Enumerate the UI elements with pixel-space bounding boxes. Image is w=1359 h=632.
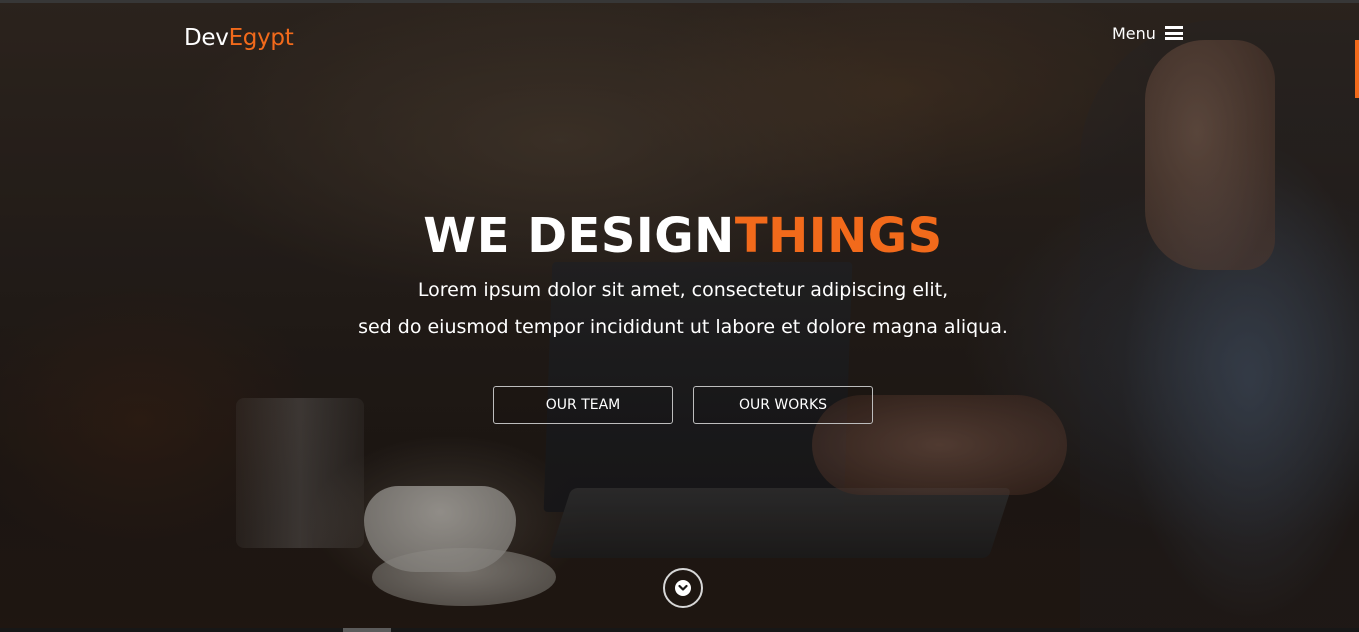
menu-button[interactable]: Menu xyxy=(1112,22,1183,44)
headline-part1: WE DESIGN xyxy=(423,208,735,264)
navbar: DevEgypt Menu xyxy=(0,0,1359,70)
hero-section: DevEgypt Menu WE DESIGNTHINGS Lorem ipsu… xyxy=(0,0,1359,632)
hamburger-icon xyxy=(1164,26,1183,40)
brand-part1: Dev xyxy=(184,25,229,51)
scroll-down-button[interactable] xyxy=(663,568,703,608)
chevron-down-icon xyxy=(675,580,691,596)
hero-subline-1: Lorem ipsum dolor sit amet, consectetur … xyxy=(417,279,949,301)
brand-part2: Egypt xyxy=(228,25,294,51)
our-works-button[interactable]: OUR WORKS xyxy=(693,386,873,424)
hero-subline-2: sed do eiusmod tempor incididunt ut labo… xyxy=(358,316,1008,338)
horizontal-scrollbar[interactable] xyxy=(0,628,1359,632)
hero-headline: WE DESIGNTHINGS xyxy=(0,208,1359,264)
menu-label: Menu xyxy=(1112,23,1156,43)
horizontal-scrollbar-thumb[interactable] xyxy=(343,628,391,632)
scrollbar-thumb[interactable] xyxy=(1355,40,1359,98)
brand-logo[interactable]: DevEgypt xyxy=(184,25,294,51)
our-team-button[interactable]: OUR TEAM xyxy=(493,386,673,424)
headline-part2: THINGS xyxy=(734,208,943,264)
